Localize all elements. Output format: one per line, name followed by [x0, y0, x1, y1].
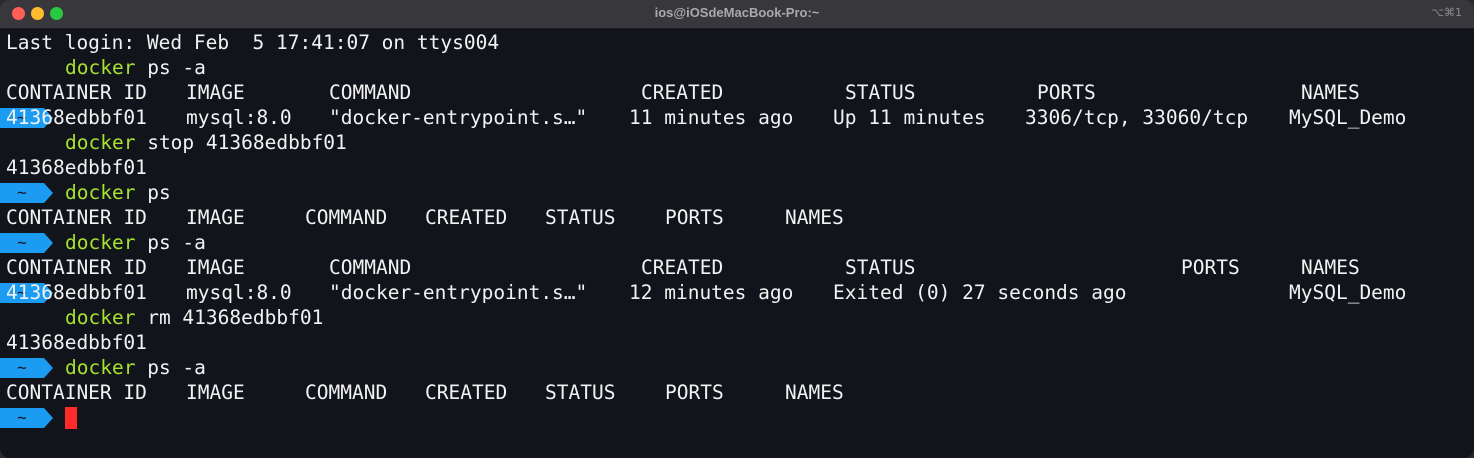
ports-cell: 3306/tcp, 33060/tcp [1025, 106, 1249, 129]
command-name: docker [65, 306, 136, 329]
column-header: CONTAINER ID [6, 206, 147, 229]
column-header: STATUS [845, 256, 916, 279]
status-cell: Up 11 minutes [833, 106, 986, 129]
command-output: 41368edbbf01 [6, 331, 147, 354]
column-header: IMAGE [186, 206, 245, 229]
names-cell: MySQL_Demo [1289, 106, 1407, 129]
terminal-output[interactable]: Last login: Wed Feb 5 17:41:07 on ttys00… [0, 30, 1466, 430]
created-cell: 12 minutes ago [629, 281, 794, 304]
command-text: docker stop 41368edbbf01 [65, 130, 347, 155]
window-shortcut-label: ⌥⌘1 [1431, 6, 1462, 19]
prompt-line: ~ docker rm 41368edbbf01 [0, 305, 1466, 378]
command-name: docker [65, 131, 136, 154]
command-cell: "docker-entrypoint.s…" [329, 106, 588, 129]
column-header: CREATED [425, 381, 508, 404]
prompt-line: ~ docker ps -a [0, 55, 1466, 128]
command-args: rm 41368edbbf01 [147, 306, 324, 329]
table-header-row: CONTAINER ID IMAGE COMMAND CREATED STATU… [6, 380, 1466, 405]
column-header: COMMAND [329, 256, 412, 279]
column-header: PORTS [665, 206, 724, 229]
column-header: STATUS [545, 381, 616, 404]
window-title: ios@iOSdeMacBook-Pro:~ [654, 5, 820, 20]
column-header: NAMES [785, 206, 844, 229]
names-cell: MySQL_Demo [1289, 281, 1407, 304]
table-row: 41368edbbf01 mysql:8.0 "docker-entrypoin… [6, 105, 1466, 130]
prompt-line: ~ docker ps [0, 180, 1466, 253]
prompt-arrow-icon: ~ [0, 233, 58, 303]
command-text: docker ps -a [65, 230, 206, 255]
column-header: CONTAINER ID [6, 256, 147, 279]
container-id-cell: 41368edbbf01 [6, 106, 147, 129]
prompt-line: ~ docker ps -a [0, 230, 1466, 303]
column-header: NAMES [1301, 256, 1360, 279]
container-id-cell: 41368edbbf01 [6, 281, 147, 304]
command-name: docker [65, 56, 136, 79]
column-header: CREATED [425, 206, 508, 229]
column-header: NAMES [785, 381, 844, 404]
prompt-arrow-icon: ~ [0, 133, 58, 203]
column-header: CREATED [641, 81, 724, 104]
prompt-arrow-icon: ~ [0, 308, 58, 378]
command-args: stop 41368edbbf01 [147, 131, 347, 154]
table-header-row: CONTAINER ID IMAGE COMMAND CREATED STATU… [6, 255, 1466, 280]
column-header: IMAGE [186, 381, 245, 404]
column-header: CREATED [641, 256, 724, 279]
last-login-line: Last login: Wed Feb 5 17:41:07 on ttys00… [6, 31, 500, 54]
table-row: 41368edbbf01 mysql:8.0 "docker-entrypoin… [6, 280, 1466, 305]
prompt-arrow-icon: ~ [0, 183, 58, 253]
column-header: COMMAND [329, 81, 412, 104]
column-header: COMMAND [305, 206, 388, 229]
column-header: STATUS [845, 81, 916, 104]
command-text: docker ps -a [65, 55, 206, 80]
status-cell: Exited (0) 27 seconds ago [833, 281, 1127, 304]
column-header: PORTS [1037, 81, 1096, 104]
command-args: ps [147, 181, 171, 204]
column-header: CONTAINER ID [6, 381, 147, 404]
command-name: docker [65, 356, 136, 379]
command-text: docker rm 41368edbbf01 [65, 305, 323, 330]
command-args: ps -a [147, 356, 206, 379]
column-header: PORTS [1181, 256, 1240, 279]
column-header: CONTAINER ID [6, 81, 147, 104]
prompt-arrow-icon: ~ [0, 58, 58, 128]
text-cursor [65, 407, 77, 429]
table-header-row: CONTAINER ID IMAGE COMMAND CREATED STATU… [6, 80, 1466, 105]
command-args: ps -a [147, 231, 206, 254]
table-header-row: CONTAINER ID IMAGE COMMAND CREATED STATU… [6, 205, 1466, 230]
command-name: docker [65, 181, 136, 204]
image-cell: mysql:8.0 [186, 281, 292, 304]
title-bar[interactable]: ios@iOSdeMacBook-Pro:~ ⌥⌘1 [0, 0, 1474, 29]
column-header: IMAGE [186, 81, 245, 104]
prompt-line: ~ docker stop 41368edbbf01 [0, 130, 1466, 203]
command-text: docker ps [65, 180, 171, 205]
command-cell: "docker-entrypoint.s…" [329, 281, 588, 304]
command-output: 41368edbbf01 [6, 156, 147, 179]
column-header: COMMAND [305, 381, 388, 404]
column-header: NAMES [1301, 81, 1360, 104]
command-name: docker [65, 231, 136, 254]
current-prompt-line[interactable]: ~ [6, 405, 1466, 430]
command-text: docker ps -a [65, 355, 206, 380]
prompt-arrow-icon: ~ [0, 408, 58, 428]
created-cell: 11 minutes ago [629, 106, 794, 129]
command-args: ps -a [147, 56, 206, 79]
column-header: PORTS [665, 381, 724, 404]
terminal-window: ios@iOSdeMacBook-Pro:~ ⌥⌘1 Last login: W… [0, 0, 1474, 458]
prompt-arrow-icon: ~ [0, 358, 58, 428]
column-header: IMAGE [186, 256, 245, 279]
prompt-line: ~ docker ps -a [0, 355, 1466, 428]
image-cell: mysql:8.0 [186, 106, 292, 129]
column-header: STATUS [545, 206, 616, 229]
